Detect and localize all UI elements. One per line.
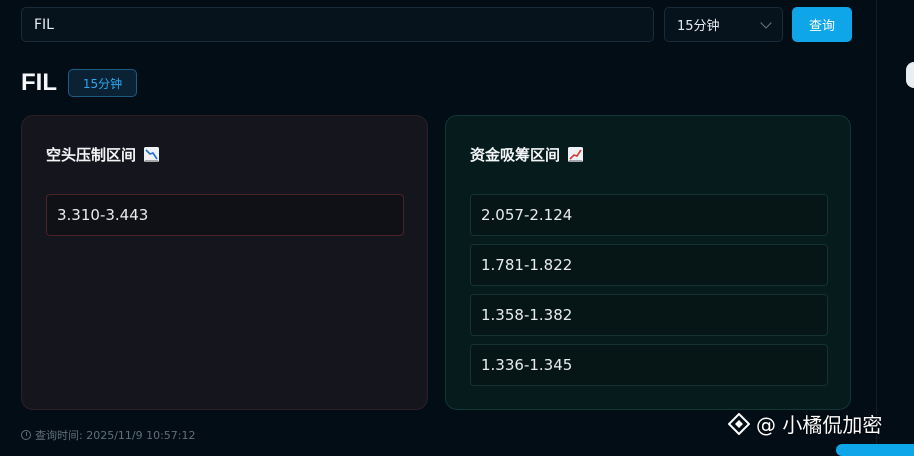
watermark-text: @ 小橘侃加密 [756,413,883,437]
short-panel-title-text: 空头压制区间 [46,146,137,164]
long-panel-title-text: 资金吸筹区间 [470,146,561,164]
accumulation-panel: 资金吸筹区间 2.057-2.124 1.781-1.822 1.358-1.3… [445,115,851,410]
short-panel-title: 空头压制区间 [46,144,160,165]
long-panel-title: 资金吸筹区间 [470,144,584,165]
query-button[interactable]: 查询 [792,7,852,42]
watermark: @ 小橘侃加密 [727,409,883,438]
side-action-button[interactable] [836,444,914,456]
query-time-text: 查询时间: 2025/11/9 10:57:12 [35,429,196,442]
long-zone-item: 1.358-1.382 [470,294,828,336]
clock-icon [21,430,31,440]
symbol-search-input[interactable]: FIL [21,7,654,42]
chevron-down-icon [760,16,772,29]
interval-select[interactable]: 15分钟 [664,7,783,42]
long-zone-item: 2.057-2.124 [470,194,828,236]
query-time-footer: 查询时间: 2025/11/9 10:57:12 [21,427,196,443]
long-zone-item: 1.781-1.822 [470,244,828,286]
diamond-logo-icon [727,412,751,435]
short-pressure-panel: 空头压制区间 3.310-3.443 [21,115,428,410]
sidebar-divider [876,0,877,450]
chart-decreasing-icon [144,147,160,162]
interval-tag: 15分钟 [68,69,137,97]
search-input-value: FIL [34,16,54,33]
chart-increasing-icon [568,147,584,162]
symbol-title: FIL [21,69,57,96]
side-toggle-handle[interactable] [906,62,914,88]
interval-selected-value: 15分钟 [677,19,720,34]
short-zone-item: 3.310-3.443 [46,194,404,236]
long-zone-item: 1.336-1.345 [470,344,828,386]
